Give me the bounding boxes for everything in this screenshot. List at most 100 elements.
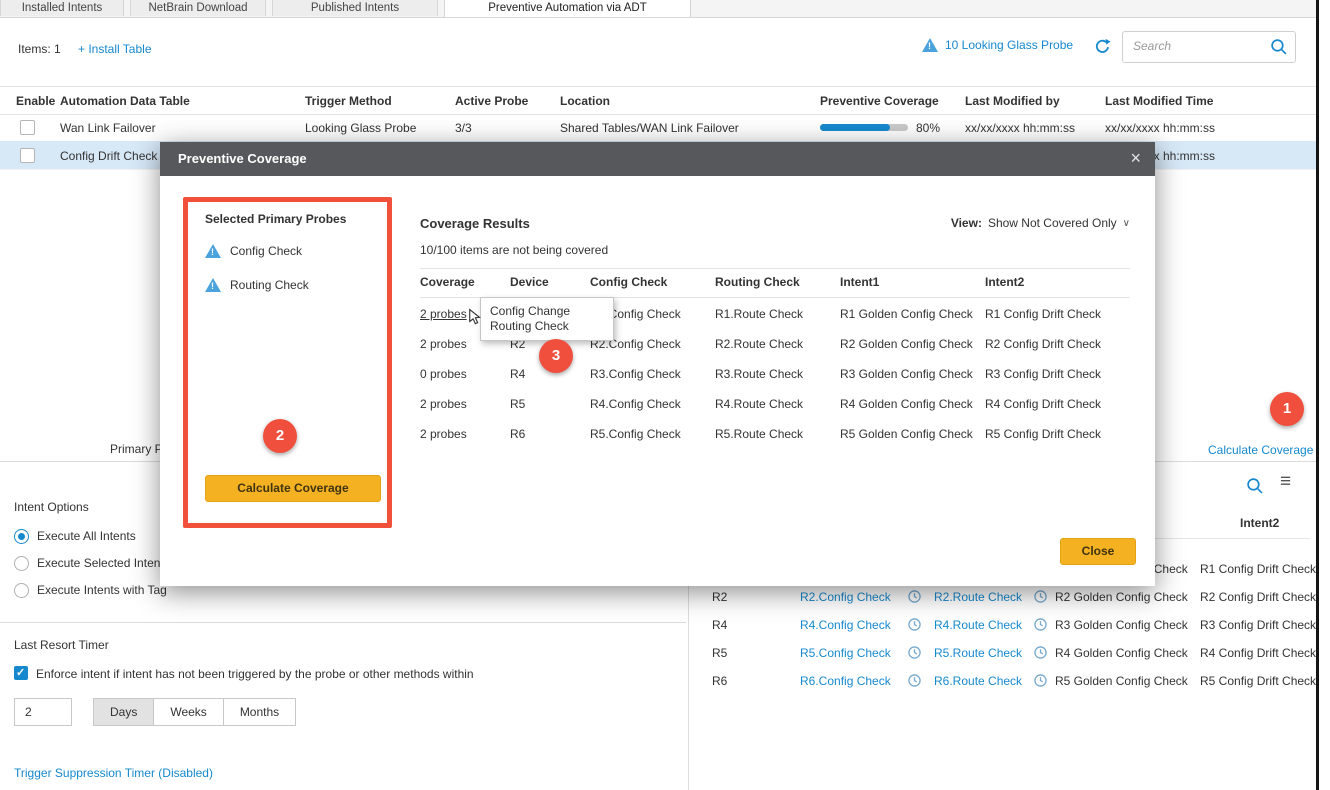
- config-check-link[interactable]: R5.Config Check: [800, 646, 891, 660]
- tab-preventive-automation[interactable]: Preventive Automation via ADT: [444, 0, 691, 17]
- route-check-link[interactable]: R5.Route Check: [934, 646, 1022, 660]
- config-check-cell: R4.Config Check: [590, 397, 681, 411]
- refresh-icon[interactable]: [1094, 38, 1111, 58]
- history-clock-icon[interactable]: [1034, 674, 1047, 690]
- config-check-cell: R3.Config Check: [590, 367, 681, 381]
- row-checkbox[interactable]: [20, 148, 35, 163]
- coverage-count-cell[interactable]: 2 probes: [420, 427, 467, 441]
- menu-icon[interactable]: ≡: [1280, 471, 1291, 493]
- annotation-step-3: 3: [539, 339, 573, 373]
- history-clock-icon[interactable]: [908, 646, 921, 662]
- location-cell: Shared Tables/WAN Link Failover: [560, 121, 739, 135]
- tooltip-line: Routing Check: [490, 319, 604, 334]
- panel-search-icon[interactable]: [1246, 477, 1263, 497]
- history-clock-icon[interactable]: [908, 618, 921, 634]
- intent2-cell: R3 Config Drift Check: [1200, 618, 1316, 632]
- header-last-modified-time: Last Modified Time: [1105, 94, 1213, 108]
- history-clock-icon[interactable]: [1034, 618, 1047, 634]
- warning-triangle-icon: [922, 38, 938, 52]
- search-input[interactable]: Search: [1122, 31, 1296, 63]
- window-right-border: [1316, 0, 1319, 790]
- tab-netbrain-download[interactable]: NetBrain Download: [130, 0, 266, 16]
- close-icon[interactable]: ×: [1130, 148, 1141, 169]
- row-checkbox[interactable]: [20, 120, 35, 135]
- close-button[interactable]: Close: [1060, 538, 1136, 565]
- header-routing-check: Routing Check: [715, 275, 800, 289]
- header-device: Device: [510, 275, 549, 289]
- unit-days-button[interactable]: Days: [93, 698, 154, 726]
- dialog-header: Preventive Coverage ×: [160, 142, 1155, 176]
- probe-tooltip: Config Change Routing Check: [480, 297, 614, 341]
- coverage-results-title: Coverage Results: [420, 216, 530, 231]
- header-coverage: Coverage: [420, 275, 475, 289]
- header-last-modified-by: Last Modified by: [965, 94, 1060, 108]
- history-clock-icon[interactable]: [1034, 590, 1047, 606]
- trigger-suppression-link[interactable]: Trigger Suppression Timer (Disabled): [14, 766, 213, 780]
- calculate-coverage-link[interactable]: Calculate Coverage: [1208, 443, 1313, 457]
- history-clock-icon[interactable]: [1034, 646, 1047, 662]
- routing-check-cell: R1.Route Check: [715, 307, 803, 321]
- header-preventive-coverage: Preventive Coverage: [820, 94, 939, 108]
- coverage-row: 0 probes R4 R3.Config Check R3.Route Che…: [420, 360, 1130, 390]
- tooltip-line: Config Change: [490, 304, 604, 319]
- intent1-cell: R4 Golden Config Check: [1055, 646, 1188, 660]
- adt-cell: Wan Link Failover: [60, 121, 156, 135]
- view-value: Show Not Covered Only: [988, 216, 1117, 230]
- intent2-cell: R4 Config Drift Check: [1200, 646, 1316, 660]
- device-row: R6 R6.Config Check R6.Route Check R5 Gol…: [0, 670, 1316, 694]
- coverage-summary: 10/100 items are not being covered: [420, 243, 608, 257]
- header-intent1: Intent1: [840, 275, 879, 289]
- tab-published-intents[interactable]: Published Intents: [272, 0, 438, 16]
- install-table-button[interactable]: + Install Table: [78, 42, 152, 56]
- coverage-row: 2 probes R6 R5.Config Check R5.Route Che…: [420, 420, 1130, 450]
- search-icon[interactable]: [1270, 38, 1287, 58]
- radio-execute-all-intents[interactable]: Execute All Intents: [14, 527, 136, 545]
- unit-weeks-button[interactable]: Weeks: [153, 698, 223, 726]
- device-cell: R4: [712, 618, 727, 632]
- annotation-step-2: 2: [263, 419, 297, 453]
- coverage-count-cell[interactable]: 0 probes: [420, 367, 467, 381]
- coverage-count-cell[interactable]: 2 probes: [420, 397, 467, 411]
- trigger-cell: Looking Glass Probe: [305, 121, 416, 135]
- device-row: R4 R4.Config Check R4.Route Check R3 Gol…: [0, 614, 1316, 638]
- view-label: View:: [951, 216, 982, 230]
- header-config-check: Config Check: [590, 275, 667, 289]
- intent1-cell: R5 Golden Config Check: [840, 427, 973, 441]
- coverage-progress-bar: [820, 124, 908, 131]
- table-row[interactable]: Wan Link Failover Looking Glass Probe 3/…: [0, 114, 1316, 142]
- unit-months-button[interactable]: Months: [223, 698, 296, 726]
- coverage-percent-label: 80%: [916, 121, 940, 135]
- chevron-down-icon: ∨: [1123, 218, 1130, 229]
- header-adt: Automation Data Table: [60, 94, 190, 108]
- timer-value-input[interactable]: 2: [14, 698, 72, 726]
- header-trigger-method: Trigger Method: [305, 94, 392, 108]
- items-count-label: Items: 1: [18, 42, 61, 56]
- probe-alert-label: 10 Looking Glass Probe: [945, 38, 1073, 52]
- history-clock-icon[interactable]: [908, 674, 921, 690]
- intent2-cell: R1 Config Drift Check: [1200, 562, 1316, 576]
- route-check-link[interactable]: R4.Route Check: [934, 618, 1022, 632]
- view-dropdown[interactable]: View: Show Not Covered Only ∨: [951, 216, 1130, 230]
- intent2-cell: R3 Config Drift Check: [985, 367, 1101, 381]
- intent-options-title: Intent Options: [14, 500, 89, 514]
- tab-installed-intents[interactable]: Installed Intents: [0, 0, 124, 16]
- coverage-count-cell[interactable]: 2 probes: [420, 307, 467, 321]
- coverage-row: 2 probes R5 R4.Config Check R4.Route Che…: [420, 390, 1130, 420]
- config-check-link[interactable]: R6.Config Check: [800, 674, 891, 688]
- routing-check-cell: R5.Route Check: [715, 427, 803, 441]
- search-placeholder: Search: [1133, 39, 1171, 53]
- device-cell: R5: [510, 397, 525, 411]
- header-location: Location: [560, 94, 610, 108]
- coverage-count-cell[interactable]: 2 probes: [420, 337, 467, 351]
- route-check-link[interactable]: R6.Route Check: [934, 674, 1022, 688]
- device-cell: R4: [510, 367, 525, 381]
- config-check-link[interactable]: R2.Config Check: [800, 590, 891, 604]
- adt-cell: Config Drift Check: [60, 149, 157, 163]
- history-clock-icon[interactable]: [908, 590, 921, 606]
- probe-alert-link[interactable]: 10 Looking Glass Probe: [922, 38, 1073, 52]
- route-check-link[interactable]: R2.Route Check: [934, 590, 1022, 604]
- device-cell: R5: [712, 646, 727, 660]
- device-row: R5 R5.Config Check R5.Route Check R4 Gol…: [0, 642, 1316, 666]
- config-check-link[interactable]: R4.Config Check: [800, 618, 891, 632]
- annotation-step-1: 1: [1270, 392, 1304, 426]
